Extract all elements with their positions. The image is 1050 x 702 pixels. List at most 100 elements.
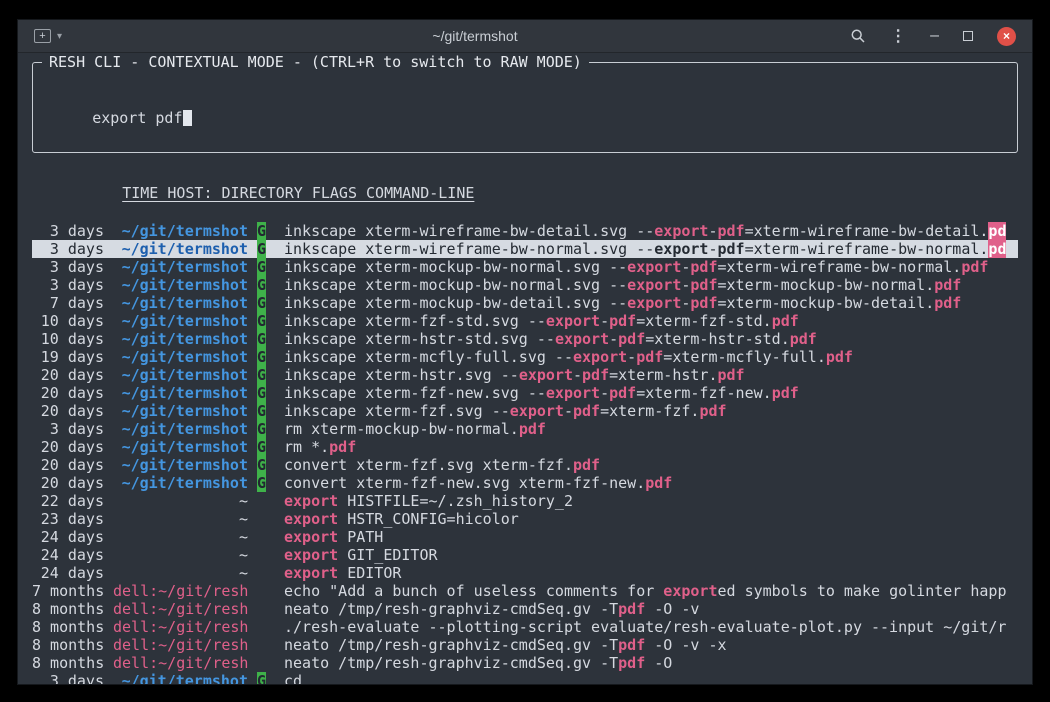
row-git-flag: G (257, 240, 266, 258)
row-time: 7 days (32, 294, 104, 312)
history-row[interactable]: 20 days~/git/termshotGinkscape xterm-fzf… (32, 384, 1018, 402)
row-time: 20 days (32, 474, 104, 492)
row-git-flag: G (257, 222, 266, 240)
history-row[interactable]: 19 days~/git/termshotGinkscape xterm-mcf… (32, 348, 1018, 366)
history-row[interactable]: 3 days~/git/termshotGinkscape xterm-wire… (32, 240, 1018, 258)
history-row[interactable]: 3 days~/git/termshotGcd (32, 672, 1018, 684)
row-time: 8 months (32, 600, 104, 618)
row-git-flag (257, 582, 266, 600)
history-row[interactable]: 10 days~/git/termshotGinkscape xterm-hst… (32, 330, 1018, 348)
row-git-flag (257, 510, 266, 528)
history-row[interactable]: 23 days~export HSTR_CONFIG=hicolor (32, 510, 1018, 528)
row-git-flag: G (257, 438, 266, 456)
row-command: export GIT_EDITOR (284, 546, 1018, 564)
row-git-flag: G (257, 384, 266, 402)
row-git-flag: G (257, 348, 266, 366)
row-command: export PATH (284, 528, 1018, 546)
row-directory: ~/git/termshot (113, 672, 248, 684)
row-command: inkscape xterm-wireframe-bw-normal.svg -… (284, 240, 1018, 258)
search-query[interactable]: export pdf (92, 109, 182, 127)
search-box-title: RESH CLI - CONTEXTUAL MODE - (CTRL+R to … (42, 53, 589, 71)
row-directory: ~ (113, 546, 248, 564)
history-row[interactable]: 3 days~/git/termshotGinkscape xterm-wire… (32, 222, 1018, 240)
search-icon[interactable] (850, 28, 866, 44)
row-git-flag: G (257, 312, 266, 330)
restore-icon (963, 31, 973, 41)
new-tab-dropdown-icon[interactable]: ▾ (57, 31, 62, 42)
row-directory: ~/git/termshot (113, 348, 248, 366)
history-row[interactable]: 10 days~/git/termshotGinkscape xterm-fzf… (32, 312, 1018, 330)
row-time: 24 days (32, 546, 104, 564)
row-time: 24 days (32, 564, 104, 582)
row-directory: ~/git/termshot (113, 222, 248, 240)
terminal-window: + ▾ ~/git/termshot ⋮ – × RESH CLI - CONT… (18, 20, 1032, 684)
history-row[interactable]: 22 days~export HISTFILE=~/.zsh_history_2 (32, 492, 1018, 510)
minimize-button[interactable]: – (930, 27, 939, 45)
row-directory: dell:~/git/resh (113, 618, 248, 636)
row-git-flag (257, 564, 266, 582)
history-row[interactable]: 8 monthsdell:~/git/resh./resh-evaluate -… (32, 618, 1018, 636)
row-command: rm *.pdf (284, 438, 1018, 456)
row-git-flag: G (257, 474, 266, 492)
history-row[interactable]: 24 days ~ export PATH (32, 528, 1018, 546)
row-command: inkscape xterm-mockup-bw-detail.svg --ex… (284, 294, 1018, 312)
row-command: echo "Add a bunch of useless comments fo… (284, 582, 1018, 600)
row-directory: ~/git/termshot (113, 294, 248, 312)
row-git-flag: G (257, 420, 266, 438)
row-command: export HISTFILE=~/.zsh_history_2 (284, 492, 1018, 510)
row-git-flag: G (257, 402, 266, 420)
row-command: neato /tmp/resh-graphviz-cmdSeq.gv -Tpdf… (284, 636, 1018, 654)
row-directory: ~/git/termshot (113, 366, 248, 384)
row-directory: ~/git/termshot (113, 276, 248, 294)
restore-button[interactable] (963, 31, 973, 41)
row-git-flag (257, 636, 266, 654)
row-command: inkscape xterm-mockup-bw-normal.svg --ex… (284, 276, 1018, 294)
history-row[interactable]: 20 days~/git/termshotGinkscape xterm-fzf… (32, 402, 1018, 420)
history-row[interactable]: 3 days~/git/termshotGrm xterm-mockup-bw-… (32, 420, 1018, 438)
menu-kebab-icon[interactable]: ⋮ (890, 26, 906, 46)
history-row[interactable]: 7 monthsdell:~/git/reshecho "Add a bunch… (32, 582, 1018, 600)
history-row[interactable]: 20 days~/git/termshotGconvert xterm-fzf.… (32, 456, 1018, 474)
row-directory: ~/git/termshot (113, 420, 248, 438)
row-git-flag: G (257, 672, 266, 684)
row-directory: ~/git/termshot (113, 312, 248, 330)
history-row[interactable]: 20 days ~/git/termshot Gconvert xterm-fzf-… (32, 474, 1018, 492)
search-box[interactable]: RESH CLI - CONTEXTUAL MODE - (CTRL+R to … (32, 62, 1018, 153)
history-row[interactable]: 20 days~/git/termshotGrm *.pdf (32, 438, 1018, 456)
row-directory: ~ (113, 510, 248, 528)
row-directory: ~ (113, 492, 248, 510)
row-directory: ~/git/termshot (113, 456, 248, 474)
row-command: inkscape xterm-fzf-new.svg --export-pdf=… (284, 384, 1018, 402)
history-row[interactable]: 7 days~/git/termshotGinkscape xterm-mock… (32, 294, 1018, 312)
row-time: 3 days (32, 276, 104, 294)
row-directory: ~/git/termshot (113, 474, 248, 492)
row-directory: ~/git/termshot (113, 438, 248, 456)
terminal-content: RESH CLI - CONTEXTUAL MODE - (CTRL+R to … (18, 53, 1032, 684)
history-row[interactable]: 24 days ~ export GIT_EDITOR (32, 546, 1018, 564)
row-git-flag: G (257, 276, 266, 294)
history-row[interactable]: 8 monthsdell:~/git/reshneato /tmp/resh-g… (32, 654, 1018, 672)
history-row[interactable]: 8 monthsdell:~/git/reshneato /tmp/resh-g… (32, 600, 1018, 618)
history-row[interactable]: 8 monthsdell:~/git/reshneato /tmp/resh-g… (32, 636, 1018, 654)
row-time: 3 days (32, 420, 104, 438)
history-row[interactable]: 24 days~export EDITOR (32, 564, 1018, 582)
close-button[interactable]: × (997, 27, 1016, 46)
row-time: 8 months (32, 636, 104, 654)
window-title: ~/git/termshot (148, 28, 802, 44)
row-time: 24 days (32, 528, 104, 546)
history-row[interactable]: 20 days~/git/termshotGinkscape xterm-hst… (32, 366, 1018, 384)
row-git-flag (257, 618, 266, 636)
row-git-flag: G (257, 330, 266, 348)
row-directory: ~ (113, 528, 248, 546)
new-tab-icon[interactable]: + (34, 29, 51, 43)
row-directory: dell:~/git/resh (113, 600, 248, 618)
row-directory: ~/git/termshot (113, 402, 248, 420)
history-row[interactable]: 3 days ~/git/termshot Ginkscape xterm-mock… (32, 276, 1018, 294)
row-directory: dell:~/git/resh (113, 654, 248, 672)
row-command: convert xterm-fzf-new.svg xterm-fzf-new.… (284, 474, 1018, 492)
row-git-flag (257, 546, 266, 564)
row-time: 8 months (32, 654, 104, 672)
row-time: 3 days (32, 222, 104, 240)
history-row[interactable]: 3 days~/git/termshotGinkscape xterm-mock… (32, 258, 1018, 276)
row-command: ./resh-evaluate --plotting-script evalua… (284, 618, 1018, 636)
